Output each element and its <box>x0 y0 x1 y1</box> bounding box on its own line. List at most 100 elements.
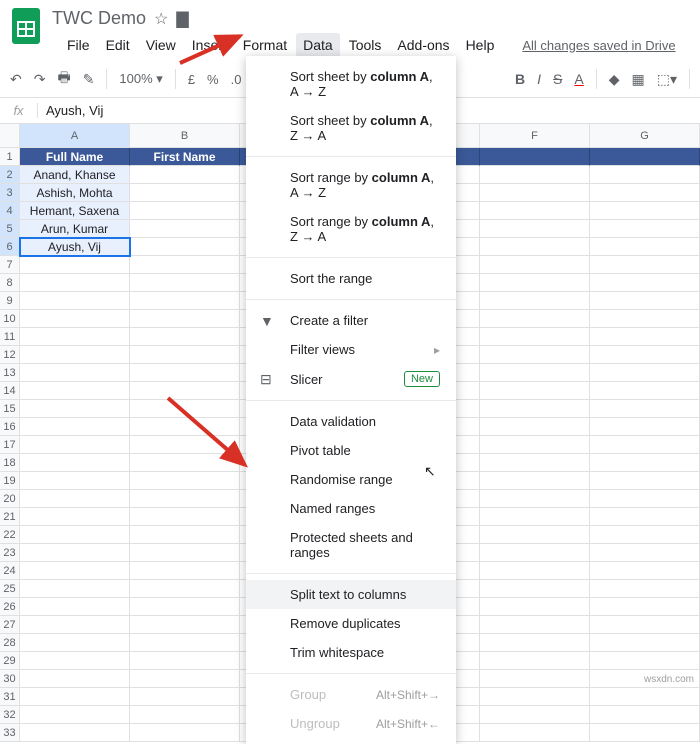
cell[interactable] <box>20 292 130 310</box>
cell[interactable] <box>130 544 240 562</box>
cell[interactable] <box>130 382 240 400</box>
header-cell[interactable] <box>590 148 700 166</box>
cell[interactable] <box>130 472 240 490</box>
cell[interactable] <box>480 634 590 652</box>
row-head[interactable]: 17 <box>0 436 20 454</box>
row-head[interactable]: 26 <box>0 598 20 616</box>
menu-sort-range-az[interactable]: Sort range by column A, A → Z <box>246 163 456 207</box>
menu-format[interactable]: Format <box>236 33 294 57</box>
cell[interactable] <box>590 706 700 724</box>
menu-slicer[interactable]: ⊟ Slicer New <box>246 364 456 394</box>
cell[interactable] <box>480 454 590 472</box>
cell[interactable] <box>130 688 240 706</box>
row-head[interactable]: 16 <box>0 418 20 436</box>
cell[interactable] <box>590 580 700 598</box>
cell[interactable] <box>130 328 240 346</box>
cell[interactable] <box>590 382 700 400</box>
cell[interactable] <box>20 274 130 292</box>
cell[interactable] <box>130 724 240 742</box>
cell[interactable] <box>20 418 130 436</box>
cell[interactable] <box>480 580 590 598</box>
row-head[interactable]: 20 <box>0 490 20 508</box>
col-head-b[interactable]: B <box>130 124 240 148</box>
cell[interactable] <box>130 598 240 616</box>
cell[interactable] <box>130 310 240 328</box>
menu-sort-sheet-za[interactable]: Sort sheet by column A, Z → A <box>246 106 456 150</box>
cell[interactable] <box>130 292 240 310</box>
cell[interactable] <box>130 706 240 724</box>
cell[interactable] <box>20 490 130 508</box>
cell[interactable] <box>480 526 590 544</box>
row-head[interactable]: 5 <box>0 220 20 238</box>
cell[interactable] <box>590 616 700 634</box>
row-head[interactable]: 19 <box>0 472 20 490</box>
cell[interactable] <box>480 706 590 724</box>
cell[interactable] <box>590 724 700 742</box>
text-color-icon[interactable]: A <box>574 71 583 87</box>
cell[interactable] <box>130 418 240 436</box>
cell[interactable] <box>590 688 700 706</box>
menu-split-text[interactable]: Split text to columns <box>246 580 456 609</box>
cell[interactable] <box>20 436 130 454</box>
row-head[interactable]: 31 <box>0 688 20 706</box>
cell[interactable] <box>480 436 590 454</box>
cell[interactable] <box>590 652 700 670</box>
cell[interactable] <box>590 364 700 382</box>
cell[interactable] <box>480 364 590 382</box>
menu-view[interactable]: View <box>139 33 183 57</box>
cell[interactable] <box>20 526 130 544</box>
cell[interactable] <box>480 202 590 220</box>
cell[interactable] <box>20 598 130 616</box>
cell[interactable] <box>130 526 240 544</box>
cell[interactable] <box>130 670 240 688</box>
row-head[interactable]: 22 <box>0 526 20 544</box>
redo-icon[interactable]: ↷ <box>34 71 46 88</box>
menu-data[interactable]: Data <box>296 33 340 57</box>
header-cell[interactable]: Full Name <box>20 148 130 166</box>
cell[interactable] <box>590 292 700 310</box>
row-head[interactable]: 29 <box>0 652 20 670</box>
menu-protected[interactable]: Protected sheets and ranges <box>246 523 456 567</box>
cell[interactable] <box>130 634 240 652</box>
row-head[interactable]: 32 <box>0 706 20 724</box>
row-head[interactable]: 2 <box>0 166 20 184</box>
cell[interactable] <box>20 364 130 382</box>
cell[interactable] <box>480 418 590 436</box>
italic-icon[interactable]: I <box>537 71 541 87</box>
row-head[interactable]: 25 <box>0 580 20 598</box>
cell[interactable] <box>590 400 700 418</box>
cell[interactable] <box>480 238 590 256</box>
folder-icon[interactable]: ▇ <box>176 9 188 29</box>
zoom-select[interactable]: 100% ▾ <box>119 71 162 87</box>
cell[interactable] <box>480 184 590 202</box>
cell[interactable] <box>130 256 240 274</box>
cell[interactable] <box>130 346 240 364</box>
menu-help[interactable]: Help <box>459 33 502 57</box>
cell[interactable] <box>480 256 590 274</box>
row-head[interactable]: 7 <box>0 256 20 274</box>
cell[interactable] <box>20 544 130 562</box>
cell[interactable] <box>590 310 700 328</box>
cell[interactable] <box>130 580 240 598</box>
row-head[interactable]: 3 <box>0 184 20 202</box>
menu-addons[interactable]: Add-ons <box>390 33 456 57</box>
cell[interactable] <box>480 166 590 184</box>
cell[interactable] <box>590 454 700 472</box>
cell[interactable] <box>20 652 130 670</box>
cell[interactable] <box>480 616 590 634</box>
cell[interactable] <box>590 472 700 490</box>
undo-icon[interactable]: ↶ <box>10 71 22 88</box>
row-head[interactable]: 23 <box>0 544 20 562</box>
format-percent[interactable]: % <box>207 72 219 87</box>
cell[interactable] <box>20 310 130 328</box>
cell[interactable] <box>590 346 700 364</box>
cell[interactable]: Ashish, Mohta <box>20 184 130 202</box>
cell[interactable] <box>480 220 590 238</box>
dec-minus[interactable]: .0 <box>231 72 242 87</box>
print-icon[interactable]: 🖶 <box>57 67 70 91</box>
cell[interactable] <box>480 292 590 310</box>
borders-icon[interactable]: ▦ <box>632 71 645 88</box>
row-head[interactable]: 21 <box>0 508 20 526</box>
star-icon[interactable]: ☆ <box>154 9 168 29</box>
format-currency[interactable]: £ <box>188 72 195 87</box>
